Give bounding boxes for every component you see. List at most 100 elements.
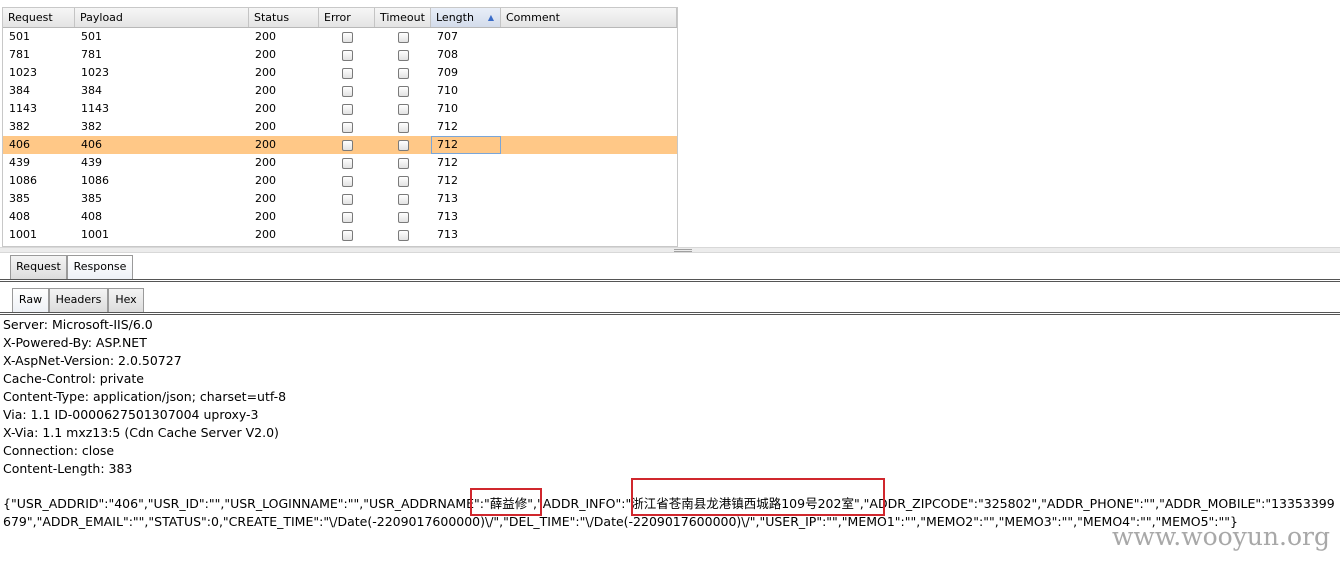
column-header-comment[interactable]: Comment [501,8,677,27]
cell-length: 712 [431,136,501,154]
column-header-status[interactable]: Status [249,8,319,27]
cell-payload: 406 [81,138,102,151]
table-row[interactable]: 406 406 200 712 [3,136,677,154]
cell-error [319,226,375,244]
table-row[interactable]: 1086 1086 200 712 [3,172,677,190]
splitter-grip-icon[interactable] [674,249,692,252]
cell-length: 712 [437,174,458,187]
pane-splitter[interactable] [0,247,1340,253]
cell-comment [501,136,677,154]
cell-error [319,82,375,100]
cell-status: 200 [255,84,276,97]
timeout-checkbox[interactable] [397,157,409,169]
cell-request: 1001 [9,228,37,241]
cell-payload: 1001 [81,228,109,241]
tab-hex[interactable]: Hex [108,288,144,312]
cell-payload: 439 [81,156,102,169]
timeout-checkbox[interactable] [397,67,409,79]
cell-request: 1143 [9,102,37,115]
error-checkbox[interactable] [341,85,353,97]
timeout-checkbox[interactable] [397,175,409,187]
cell-payload: 781 [81,48,102,61]
table-row[interactable]: 382 382 200 712 [3,118,677,136]
timeout-checkbox[interactable] [397,121,409,133]
table-row[interactable]: 385 385 200 713 [3,190,677,208]
cell-request: 501 [9,30,30,43]
tab-headers[interactable]: Headers [49,288,108,312]
cell-status: 200 [255,174,276,187]
cell-status: 200 [255,156,276,169]
cell-error [319,208,375,226]
cell-comment [501,82,677,100]
cell-comment [501,64,677,82]
timeout-checkbox[interactable] [397,31,409,43]
error-checkbox[interactable] [341,103,353,115]
cell-error [319,28,375,46]
cell-payload: 501 [81,30,102,43]
error-checkbox[interactable] [341,121,353,133]
cell-request: 382 [9,120,30,133]
timeout-checkbox[interactable] [397,211,409,223]
table-row[interactable]: 781 781 200 708 [3,46,677,64]
column-header-error[interactable]: Error [319,8,375,27]
highlight-box-addrname [470,488,542,516]
table-row[interactable]: 1143 1143 200 710 [3,100,677,118]
timeout-checkbox[interactable] [397,49,409,61]
header-line-cache-control: Cache-Control: private [3,371,144,386]
column-header-length[interactable]: Length ▲ [431,8,501,27]
tab-response[interactable]: Response [67,255,133,279]
timeout-checkbox[interactable] [397,139,409,151]
error-checkbox[interactable] [341,229,353,241]
error-checkbox[interactable] [341,139,353,151]
error-checkbox[interactable] [341,49,353,61]
cell-request: 781 [9,48,30,61]
error-checkbox[interactable] [341,211,353,223]
cell-error [319,136,375,154]
tab-raw[interactable]: Raw [12,288,49,312]
table-row[interactable]: 384 384 200 710 [3,82,677,100]
error-checkbox[interactable] [341,175,353,187]
cell-comment [501,208,677,226]
column-header-length-label: Length [436,11,474,24]
results-table: Request Payload Status Error Timeout Len… [2,7,678,247]
error-checkbox[interactable] [341,193,353,205]
cell-status: 200 [255,138,276,151]
watermark: www.wooyun.org [1112,522,1330,551]
header-line-content-type: Content-Type: application/json; charset=… [3,389,287,404]
cell-timeout [375,226,431,244]
table-row[interactable]: 1023 1023 200 709 [3,64,677,82]
cell-status: 200 [255,48,276,61]
error-checkbox[interactable] [341,157,353,169]
cell-comment [501,46,677,64]
column-header-timeout[interactable]: Timeout [375,8,431,27]
cell-timeout [375,64,431,82]
cell-length: 713 [437,228,458,241]
timeout-checkbox[interactable] [397,193,409,205]
table-row[interactable]: 501 501 200 707 [3,28,677,46]
cell-error [319,64,375,82]
cell-request: 406 [9,138,30,151]
error-checkbox[interactable] [341,31,353,43]
cell-timeout [375,172,431,190]
cell-payload: 385 [81,192,102,205]
column-header-payload[interactable]: Payload [75,8,249,27]
cell-timeout [375,46,431,64]
cell-error [319,100,375,118]
cell-status: 200 [255,66,276,79]
timeout-checkbox[interactable] [397,103,409,115]
column-header-request[interactable]: Request [3,8,75,27]
cell-timeout [375,190,431,208]
timeout-checkbox[interactable] [397,229,409,241]
table-row[interactable]: 439 439 200 712 [3,154,677,172]
table-row[interactable]: 1001 1001 200 713 [3,226,677,244]
cell-request: 439 [9,156,30,169]
tab-request[interactable]: Request [10,255,67,279]
cell-error [319,154,375,172]
cell-request: 1023 [9,66,37,79]
cell-timeout [375,100,431,118]
timeout-checkbox[interactable] [397,85,409,97]
error-checkbox[interactable] [341,67,353,79]
table-row[interactable]: 408 408 200 713 [3,208,677,226]
cell-error [319,118,375,136]
cell-comment [501,154,677,172]
